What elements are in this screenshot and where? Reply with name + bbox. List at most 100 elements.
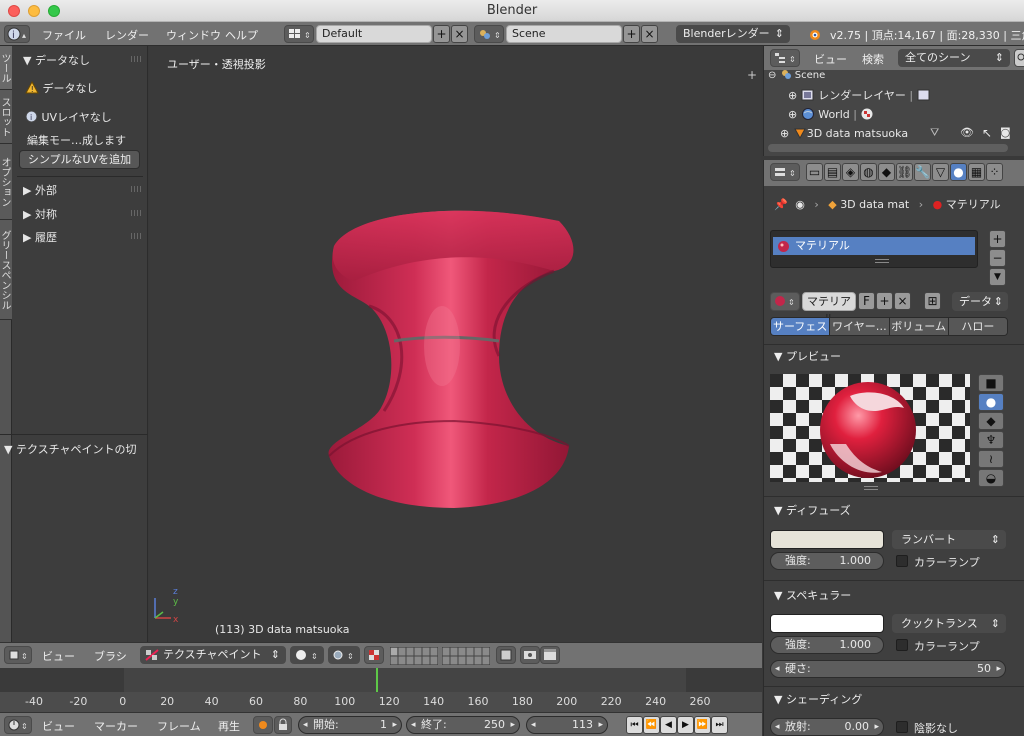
browse-node-icon[interactable]: ⊞ xyxy=(924,292,941,310)
render-engine-dropdown[interactable]: Blenderレンダー ⇕ xyxy=(676,25,790,43)
screen-layout-name-field[interactable]: Default xyxy=(316,25,432,43)
editor-type-info-button[interactable]: i ▴ xyxy=(4,25,30,43)
editor-type-3d-button[interactable]: ⇕ xyxy=(4,646,32,664)
tab-volume[interactable]: ボリューム xyxy=(888,318,948,335)
visibility-eye-icon[interactable]: 👁 xyxy=(960,126,974,139)
properties-region-toggle-icon[interactable]: + xyxy=(747,68,757,82)
menu-brush[interactable]: ブラシ xyxy=(94,648,127,664)
decrement-arrow-icon[interactable]: ◂ xyxy=(775,661,780,677)
tab-wire[interactable]: ワイヤー… xyxy=(829,318,889,335)
increment-arrow-icon[interactable]: ▸ xyxy=(392,717,397,733)
preview-resize-grip-icon[interactable] xyxy=(864,486,878,490)
panel-external-header[interactable]: ▶ 外部 xyxy=(23,182,149,198)
specular-shader-dropdown[interactable]: クックトランス ⇕ xyxy=(892,614,1006,633)
diffuse-shader-dropdown[interactable]: ランバート ⇕ xyxy=(892,530,1006,549)
occlude-geometry-toggle[interactable] xyxy=(364,646,384,664)
mask-toggle[interactable] xyxy=(496,646,516,664)
shading-panel-header[interactable]: ▼ シェーディング xyxy=(774,691,862,707)
prev-keyframe-button[interactable]: ⏪ xyxy=(643,716,660,734)
play-button[interactable]: ▶ xyxy=(677,716,694,734)
menu-file[interactable]: ファイル xyxy=(42,27,86,43)
new-material-button[interactable]: + xyxy=(876,292,893,310)
specular-panel-header[interactable]: ▼ スペキュラー xyxy=(774,587,851,603)
decrement-arrow-icon[interactable]: ◂ xyxy=(531,717,536,733)
outliner-row-object[interactable]: ⊕ 3D data matsuoka ⛛ 👁 ↖ ◙ xyxy=(780,126,1020,140)
current-frame-field[interactable]: ◂ 113 ▸ xyxy=(526,716,608,734)
menu-timeline-view[interactable]: ビュー xyxy=(42,718,75,734)
diffuse-intensity-field[interactable]: 強度: 1.000 xyxy=(770,552,884,570)
hardness-field[interactable]: ◂ 硬さ: 50 ▸ xyxy=(770,660,1006,678)
material-browse-button[interactable]: ⇕ xyxy=(770,292,800,311)
next-keyframe-button[interactable]: ⏩ xyxy=(694,716,711,734)
unlink-material-button[interactable]: × xyxy=(894,292,911,310)
diffuse-panel-header[interactable]: ▼ ディフューズ xyxy=(774,502,851,518)
diffuse-ramp-checkbox[interactable] xyxy=(896,555,908,567)
minimize-window-button[interactable] xyxy=(28,5,40,17)
3d-viewport[interactable]: ユーザー・透視投影 + z y x (113) 3D data matsuoka xyxy=(149,46,761,642)
panel-history-header[interactable]: ▶ 履歴 xyxy=(23,229,149,245)
render-tab-icon[interactable]: ▭ xyxy=(806,163,823,181)
tab-halo[interactable]: ハロー xyxy=(947,318,1007,335)
data-tab-icon[interactable]: ▽ xyxy=(932,163,949,181)
pivot-point-dropdown[interactable]: ⇕ xyxy=(328,646,360,664)
scene-selector[interactable]: ⇕ xyxy=(474,25,504,43)
end-frame-field[interactable]: ◂ 終了: 250 ▸ xyxy=(406,716,520,734)
current-frame-indicator[interactable] xyxy=(376,668,378,692)
object-tab-icon[interactable]: ◆ xyxy=(878,163,895,181)
jump-end-button[interactable]: ⏭ xyxy=(711,716,728,734)
shadeless-checkbox[interactable] xyxy=(896,721,908,733)
specular-ramp-checkbox[interactable] xyxy=(896,639,908,651)
decrement-arrow-icon[interactable]: ◂ xyxy=(303,717,308,733)
red-mesh-object[interactable] xyxy=(314,196,584,516)
editor-type-timeline-button[interactable]: ⇕ xyxy=(4,716,32,734)
slot-specials-menu[interactable]: ▼ xyxy=(989,268,1006,286)
layer-buttons-left[interactable] xyxy=(390,647,438,665)
jump-start-button[interactable]: ⏮ xyxy=(626,716,643,734)
lock-toggle[interactable] xyxy=(274,716,292,734)
preview-cube-icon[interactable]: ◆ xyxy=(978,412,1004,430)
viewport-shading-dropdown[interactable]: ⇕ xyxy=(290,646,324,664)
play-reverse-button[interactable]: ◀ xyxy=(660,716,677,734)
menu-window[interactable]: ウィンドウ xyxy=(166,27,221,43)
layer-buttons-right[interactable] xyxy=(442,647,490,665)
editor-type-properties-button[interactable]: ⇕ xyxy=(770,163,800,181)
specular-color-swatch[interactable] xyxy=(770,614,884,633)
scene-tab-icon[interactable]: ◈ xyxy=(842,163,859,181)
scene-name-field[interactable]: Scene xyxy=(506,25,622,43)
specular-intensity-field[interactable]: 強度: 1.000 xyxy=(770,636,884,654)
increment-arrow-icon[interactable]: ▸ xyxy=(598,717,603,733)
add-simple-uv-button[interactable]: シンプルなUVを追加 xyxy=(19,150,140,169)
material-name-field[interactable]: マテリアル xyxy=(802,292,856,325)
panel-no-data-header[interactable]: ▼ データなし xyxy=(23,52,149,68)
menu-render[interactable]: レンダー xyxy=(105,27,149,43)
increment-arrow-icon[interactable]: ▸ xyxy=(996,661,1001,677)
render-animation-button[interactable] xyxy=(540,646,560,664)
material-slot-list[interactable]: マテリアル xyxy=(770,230,978,268)
render-layer-tab-icon[interactable]: ▤ xyxy=(824,163,841,181)
preview-panel-header[interactable]: ▼ プレビュー xyxy=(774,348,841,364)
menu-help[interactable]: ヘルプ xyxy=(225,27,258,43)
tab-options[interactable]: オプション xyxy=(0,144,12,220)
modifier-icon[interactable]: ⛛ xyxy=(930,126,939,140)
render-opengl-button[interactable] xyxy=(520,646,540,664)
fake-user-button[interactable]: F xyxy=(858,292,875,310)
menu-frame[interactable]: フレーム xyxy=(157,718,201,734)
selectability-cursor-icon[interactable]: ↖ xyxy=(982,126,992,140)
menu-marker[interactable]: マーカー xyxy=(94,718,138,734)
close-window-button[interactable] xyxy=(8,5,20,17)
auto-keying-toggle[interactable] xyxy=(253,716,273,734)
tab-surface[interactable]: サーフェス xyxy=(771,318,830,335)
outliner-display-filter[interactable]: 全てのシーン ⇕ xyxy=(898,49,1010,67)
preview-sphere-icon[interactable]: ● xyxy=(978,393,1004,411)
list-resize-grip-icon[interactable] xyxy=(875,259,889,263)
tab-slots[interactable]: スロット xyxy=(0,90,12,144)
particles-tab-icon[interactable]: ⁘ xyxy=(986,163,1003,181)
menu-playback[interactable]: 再生 xyxy=(218,718,240,734)
outliner-row-render-layers[interactable]: ⊕ レンダーレイヤー | xyxy=(788,87,931,103)
remove-slot-button[interactable]: − xyxy=(989,249,1006,267)
delete-scene-button[interactable]: × xyxy=(641,25,658,43)
constraints-tab-icon[interactable]: ⛓ xyxy=(896,163,913,181)
tab-tools[interactable]: ツール xyxy=(0,46,12,90)
world-tab-icon[interactable]: ◍ xyxy=(860,163,877,181)
emit-field[interactable]: ◂ 放射: 0.00 ▸ xyxy=(770,718,884,736)
